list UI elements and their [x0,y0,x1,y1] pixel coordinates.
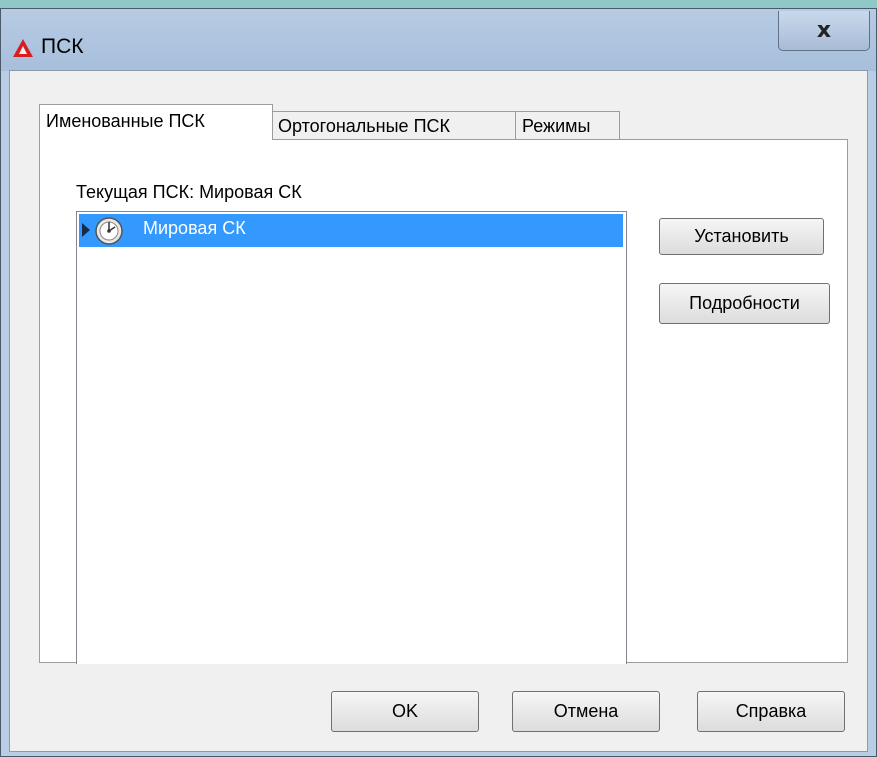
ucs-dialog-window: ПСК x Ортогональные ПСК Режимы Именованн… [0,8,877,757]
help-button[interactable]: Справка [697,691,845,732]
dialog-client-area: Ортогональные ПСК Режимы Именованные ПСК… [9,70,868,752]
title-bar[interactable]: ПСК x [1,9,876,71]
set-current-button[interactable]: Установить [659,218,824,255]
tab-settings[interactable]: Режимы [515,111,620,141]
tree-item-world[interactable]: Мировая СК [79,214,623,247]
autocad-logo-icon [13,39,33,57]
tab-named-ucs[interactable]: Именованные ПСК [39,104,273,140]
globe-icon [95,217,123,245]
tab-orthographic-ucs[interactable]: Ортогональные ПСК [271,111,516,141]
current-ucs-label: Текущая ПСК: Мировая СК [76,182,302,202]
window-title: ПСК [41,35,84,58]
close-button[interactable]: x [778,11,870,51]
details-button[interactable]: Подробности [659,283,830,324]
ok-button[interactable]: OK [331,691,479,732]
ucs-tree-list[interactable]: Мировая СК [76,211,627,664]
cancel-button[interactable]: Отмена [512,691,660,732]
tab-panel-named-ucs: Текущая ПСК: Мировая СК Мировая СК Устан… [39,139,848,664]
expand-arrow-icon[interactable] [82,223,90,237]
tree-item-label: Мировая СК [143,218,246,238]
